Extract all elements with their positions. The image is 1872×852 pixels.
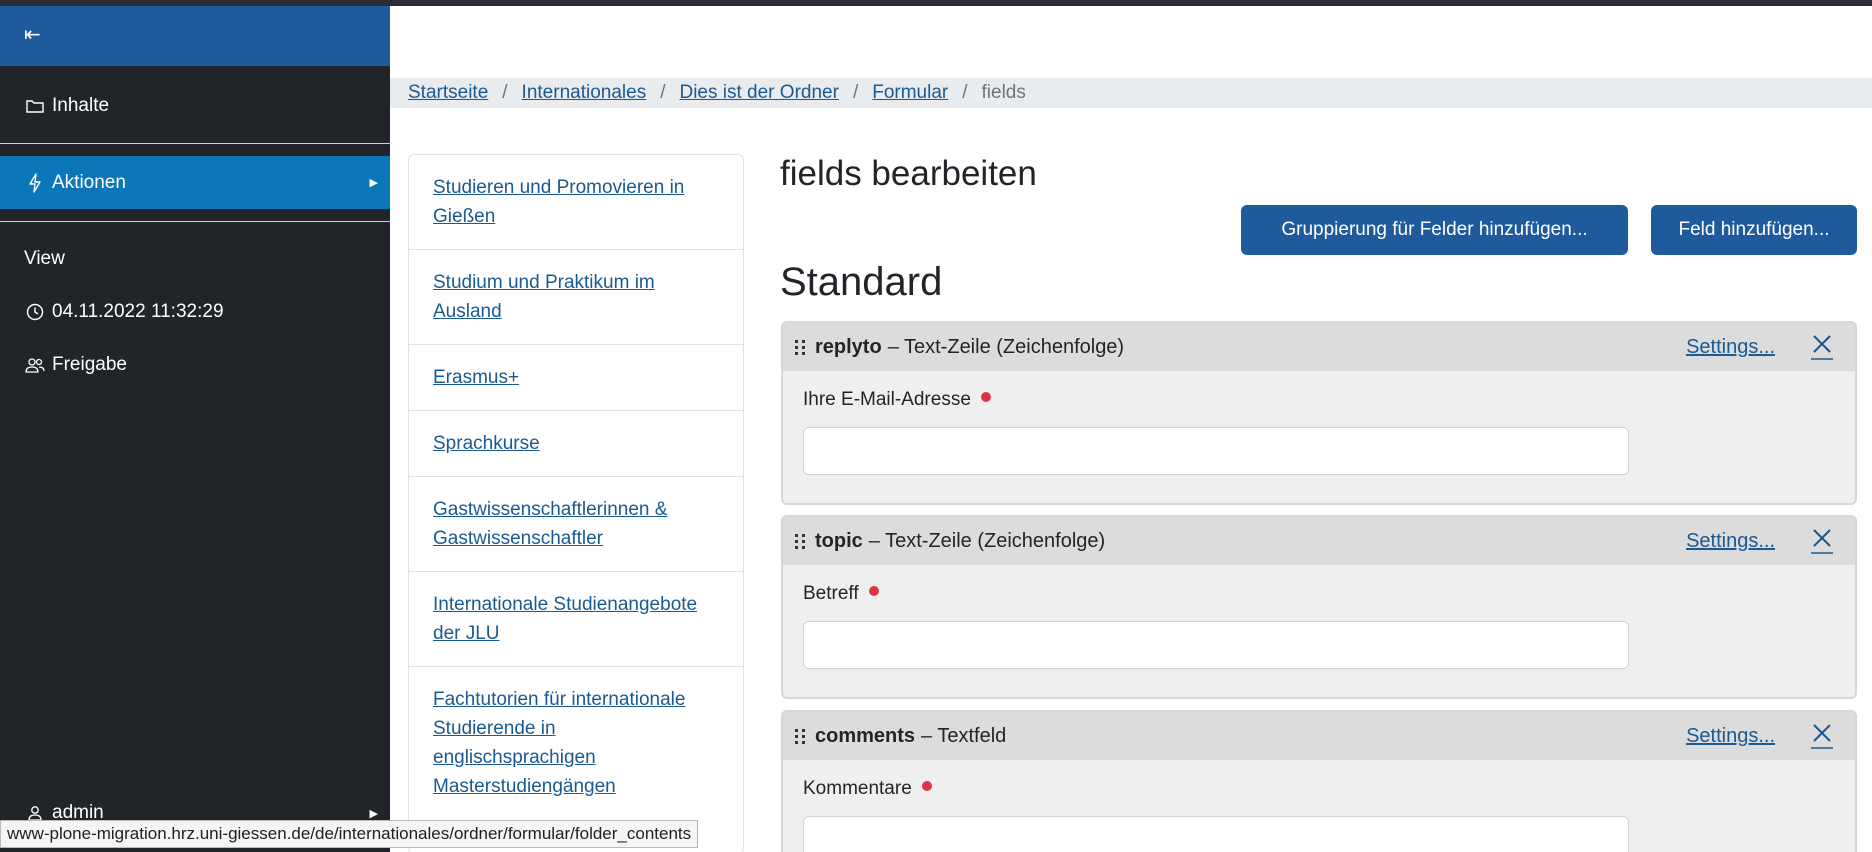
nav-item: Fachtutorien für internationale Studiere… [409, 667, 743, 817]
drag-handle-icon[interactable] [795, 728, 807, 744]
field-name: comments [815, 724, 916, 747]
nav-item: Sprachkurse [409, 411, 743, 477]
delete-field-icon[interactable] [1809, 720, 1835, 750]
folder-icon [22, 98, 48, 114]
caret-right-icon: ▶ [369, 807, 378, 820]
add-fieldset-button[interactable]: Gruppierung für Felder hinzufügen... [1241, 205, 1628, 255]
sidebar-divider [0, 143, 390, 144]
field-header: comments – Textfeld Settings... [783, 712, 1855, 760]
nav-link-ausland[interactable]: Studium und Praktikum im Ausland [433, 268, 719, 326]
comments-field[interactable] [803, 816, 1629, 852]
breadcrumb-link-internationales[interactable]: Internationales [522, 82, 647, 104]
user-icon [22, 805, 48, 821]
field-body: Ihre E-Mail-Adresse [783, 371, 1855, 475]
lightning-icon [22, 172, 48, 193]
sidebar-collapse-button[interactable]: ⇤ [0, 6, 390, 66]
delete-field-icon[interactable] [1809, 331, 1835, 361]
field-settings-link[interactable]: Settings... [1686, 725, 1775, 748]
sidebar-divider [0, 221, 390, 222]
breadcrumb-link-ordner[interactable]: Dies ist der Ordner [679, 82, 838, 104]
field-label: Ihre E-Mail-Adresse [803, 389, 1835, 411]
field-label: Betreff [803, 583, 1835, 605]
field-settings-link[interactable]: Settings... [1686, 336, 1775, 359]
field-label-text: Betreff [803, 583, 859, 604]
field-type: – Textfeld [921, 724, 1007, 747]
field-name: topic [815, 529, 863, 552]
caret-right-icon: ▶ [369, 177, 378, 189]
breadcrumb-link-formular[interactable]: Formular [872, 82, 948, 104]
breadcrumb-link-startseite[interactable]: Startseite [408, 82, 488, 104]
sidebar-item-inhalte[interactable]: Inhalte [0, 88, 390, 124]
field-type: – Text-Zeile (Zeichenfolge) [868, 529, 1106, 552]
sidebar-item-aktionen[interactable]: Aktionen ▶ [0, 156, 390, 209]
page-title: fields bearbeiten [780, 154, 1037, 193]
field-settings-link[interactable]: Settings... [1686, 530, 1775, 553]
sidebar-item-freigabe[interactable]: Freigabe [0, 348, 390, 382]
field-card-comments: comments – Textfeld Settings... Kommenta… [781, 710, 1857, 852]
field-label: Kommentare [803, 778, 1835, 800]
fieldset-title: Standard [780, 260, 943, 304]
nav-item: Internationale Studienangebote der JLU [409, 572, 743, 667]
sidebar-item-history[interactable]: 04.11.2022 11:32:29 [0, 295, 390, 329]
sidebar-item-view[interactable]: View [0, 242, 390, 276]
breadcrumb-separator: / [852, 82, 859, 103]
navigation-portlet: Studieren und Promovieren in Gießen Stud… [408, 154, 744, 852]
browser-status-url: www-plone-migration.hrz.uni-giessen.de/d… [0, 820, 699, 848]
clock-icon [22, 303, 48, 321]
sidebar-item-label: Freigabe [52, 354, 127, 375]
breadcrumb: Startseite / Internationales / Dies ist … [390, 78, 1872, 108]
field-body: Betreff [783, 565, 1855, 669]
nav-item: Studium und Praktikum im Ausland [409, 250, 743, 345]
drag-handle-icon[interactable] [795, 533, 807, 549]
field-label-text: Ihre E-Mail-Adresse [803, 389, 971, 410]
required-indicator-icon [980, 392, 991, 402]
toolbar-sidebar: ⇤ Inhalte Aktionen ▶ View 04.11.2022 11:… [0, 6, 390, 852]
sidebar-item-label: 04.11.2022 11:32:29 [52, 301, 224, 322]
required-indicator-icon [921, 781, 932, 791]
nav-item: Erasmus+ [409, 345, 743, 411]
delete-field-icon[interactable] [1809, 525, 1835, 555]
collapse-left-icon: ⇤ [24, 22, 41, 46]
nav-link-erasmus[interactable]: Erasmus+ [433, 363, 519, 392]
sidebar-item-label: Inhalte [52, 95, 110, 116]
subject-field[interactable] [803, 621, 1629, 669]
field-name: replyto [815, 335, 882, 358]
nav-link-studienangebote[interactable]: Internationale Studienangebote der JLU [433, 590, 719, 648]
people-icon [22, 357, 48, 373]
breadcrumb-separator: / [660, 82, 666, 103]
nav-item: Gastwissenschaftlerinnen & Gastwissensch… [409, 477, 743, 572]
sidebar-item-label: View [24, 248, 65, 269]
field-label-text: Kommentare [803, 778, 912, 799]
field-body: Kommentare [783, 760, 1855, 852]
drag-handle-icon[interactable] [795, 339, 807, 355]
add-field-button[interactable]: Feld hinzufügen... [1651, 205, 1857, 255]
nav-link-gastwissenschaftler[interactable]: Gastwissenschaftlerinnen & Gastwissensch… [433, 495, 719, 553]
nav-link-sprachkurse[interactable]: Sprachkurse [433, 429, 540, 458]
breadcrumb-current: fields [981, 82, 1026, 103]
field-card-topic: topic – Text-Zeile (Zeichenfolge) Settin… [781, 515, 1857, 699]
breadcrumb-separator: / [962, 82, 968, 103]
nav-link-studieren[interactable]: Studieren und Promovieren in Gießen [433, 173, 719, 231]
nav-item: Studieren und Promovieren in Gießen [409, 155, 743, 250]
field-header: topic – Text-Zeile (Zeichenfolge) Settin… [783, 517, 1855, 565]
field-type: – Text-Zeile (Zeichenfolge) [887, 335, 1125, 358]
field-card-replyto: replyto – Text-Zeile (Zeichenfolge) Sett… [781, 321, 1857, 505]
breadcrumb-separator: / [502, 82, 508, 103]
field-header: replyto – Text-Zeile (Zeichenfolge) Sett… [783, 323, 1855, 371]
nav-link-fachtutorien[interactable]: Fachtutorien für internationale Studiere… [433, 685, 719, 801]
required-indicator-icon [868, 586, 879, 596]
sidebar-item-label: Aktionen [52, 171, 126, 193]
email-field[interactable] [803, 427, 1629, 475]
